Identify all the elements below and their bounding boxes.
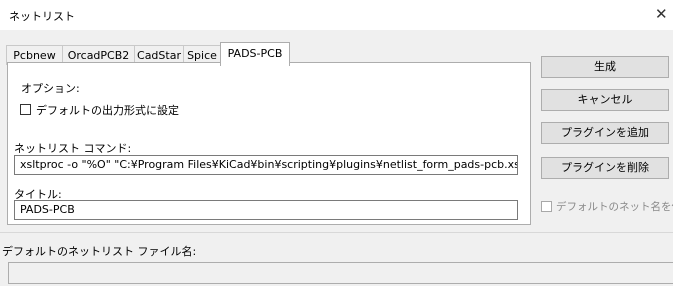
add-plugin-button[interactable]: プラグインを追加 [541,122,669,144]
default-filename-field[interactable] [8,262,673,284]
netlist-command-input[interactable]: xsltproc -o "%O" "C:¥Program Files¥KiCad… [14,155,518,175]
title-bar [0,0,673,30]
close-icon[interactable]: ✕ [655,5,668,23]
separator [0,232,673,233]
remove-plugin-button[interactable]: プラグインを削除 [541,157,669,179]
use-default-net-name-label: デフォルトのネット名を使用 [556,201,673,213]
tab-pads-pcb[interactable]: PADS-PCB [220,42,290,66]
netlist-command-label: ネットリスト コマンド: [14,142,132,155]
window-title: ネットリスト [9,10,75,23]
default-format-label: デフォルトの出力形式に設定 [36,104,179,117]
default-format-checkbox[interactable] [20,104,31,115]
options-label: オプション: [21,82,80,95]
title-input[interactable]: PADS-PCB [14,200,518,220]
default-filename-label: デフォルトのネットリスト ファイル名: [2,245,197,258]
cancel-button[interactable]: キャンセル [541,89,669,111]
generate-button[interactable]: 生成 [541,56,669,78]
use-default-net-name-checkbox[interactable] [541,201,552,212]
